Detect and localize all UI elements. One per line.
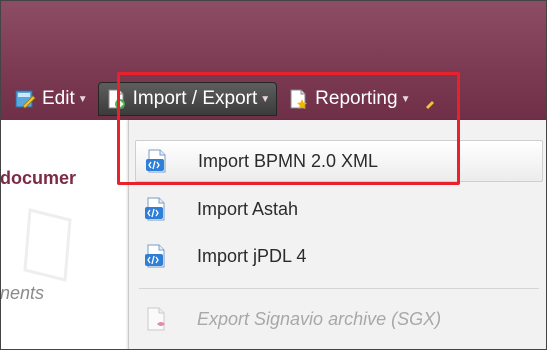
import-file-icon xyxy=(145,197,165,221)
menu-item-import-jpdl[interactable]: Import jPDL 4 xyxy=(135,235,543,277)
edit-menu-button[interactable]: Edit ▼ xyxy=(0,82,94,116)
menu-item-export-sgx[interactable]: Export Signavio archive (SGX) xyxy=(135,298,543,340)
annotation-highlight-box xyxy=(117,72,460,185)
documents-label-fragment: nents xyxy=(0,283,45,303)
edit-icon xyxy=(15,90,36,109)
menu-item-label: Import jPDL 4 xyxy=(197,245,307,266)
menu-item-label: Import Astah xyxy=(197,198,299,219)
edit-menu-label: Edit xyxy=(42,88,75,109)
chevron-down-icon: ▼ xyxy=(77,93,88,105)
export-file-icon xyxy=(147,307,165,331)
menu-separator xyxy=(139,288,539,289)
menu-item-import-astah[interactable]: Import Astah xyxy=(135,188,543,230)
menu-item-label: Export Signavio archive (SGX) xyxy=(197,308,442,329)
document-watermark-icon xyxy=(23,208,72,282)
document-title-fragment: documer xyxy=(0,168,77,188)
import-file-icon xyxy=(145,244,165,268)
